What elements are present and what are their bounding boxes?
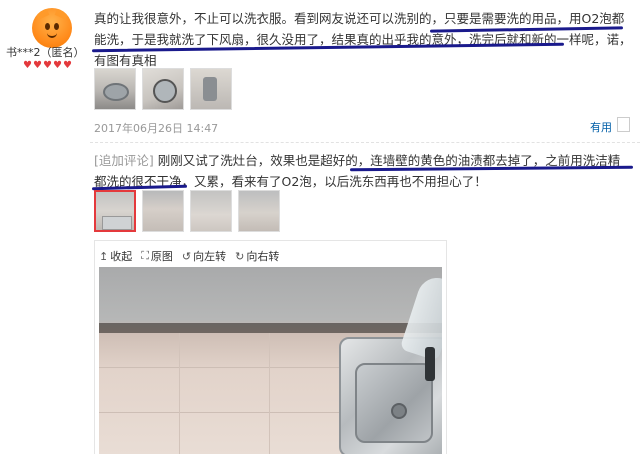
- review-thumbnails: [94, 68, 232, 110]
- photo-sink-basin: [355, 363, 433, 443]
- review-text: 真的让我很意外，不止可以洗衣服。看到网友说还可以洗别的，只要是需要洗的用品，用O…: [94, 11, 632, 68]
- useful-count-box: [617, 117, 630, 132]
- red-heart-icon: ♥: [43, 60, 52, 71]
- photo-glove: [399, 272, 442, 362]
- photo-sink-drain: [391, 403, 407, 419]
- rotate-left-label: 向左转: [193, 250, 227, 263]
- image-viewer: ↥ 收起 ⛶ 原图 ↺ 向左转 ↻ 向右转: [94, 240, 447, 454]
- append-thumbnails: [94, 190, 280, 232]
- avatar-ear: [54, 8, 72, 20]
- user-avatar: [32, 8, 72, 48]
- collapse-label: 收起: [110, 250, 133, 263]
- divider: [90, 142, 640, 143]
- collapse-button[interactable]: ↥ 收起: [99, 248, 132, 264]
- thumbnail-image: [95, 69, 135, 109]
- photo-wall-edge: [99, 323, 442, 333]
- thumbnail-image: [239, 191, 279, 231]
- viewer-toolbar: ↥ 收起 ⛶ 原图 ↺ 向左转 ↻ 向右转: [99, 248, 279, 264]
- avatar-eye: [54, 23, 59, 30]
- avatar-mouth: [47, 33, 57, 38]
- rotate-left-button[interactable]: ↺ 向左转: [182, 248, 226, 264]
- append-thumbnail[interactable]: [142, 190, 184, 232]
- append-thumbnail[interactable]: [190, 190, 232, 232]
- append-thumbnail[interactable]: [238, 190, 280, 232]
- photo-tile-line: [179, 333, 180, 454]
- username: 书***2（匿名）: [6, 46, 85, 59]
- review-thumbnail[interactable]: [142, 68, 184, 110]
- thumbnail-image: [143, 191, 183, 231]
- original-image-label: 原图: [150, 250, 173, 263]
- original-image-button[interactable]: ⛶ 原图: [141, 248, 173, 264]
- red-heart-icon: ♥: [63, 60, 72, 71]
- thumbnail-image: [143, 69, 183, 109]
- arrow-up-icon: ↥: [99, 249, 109, 263]
- append-thumbnail-active[interactable]: [94, 190, 136, 232]
- red-heart-icon: ♥: [53, 60, 62, 71]
- user-badges: ♥ ♥ ♥ ♥ ♥: [23, 60, 72, 71]
- rotate-right-label: 向右转: [246, 250, 280, 263]
- useful-button[interactable]: 有用: [590, 119, 612, 135]
- thumbnail-image: [96, 192, 134, 230]
- review-date: 2017年06月26日 14:47: [94, 122, 219, 135]
- enlarged-photo[interactable]: [99, 267, 442, 454]
- thumbnail-image: [191, 191, 231, 231]
- photo-tile-line: [269, 333, 270, 454]
- rotate-right-button[interactable]: ↻ 向右转: [235, 248, 279, 264]
- review-thumbnail[interactable]: [94, 68, 136, 110]
- avatar-eye: [45, 23, 50, 30]
- photo-tap: [425, 347, 435, 381]
- rotate-right-icon: ↻: [235, 249, 245, 263]
- append-tag: [追加评论]: [94, 153, 154, 168]
- expand-icon: ⛶: [141, 249, 149, 262]
- red-heart-icon: ♥: [23, 60, 32, 71]
- avatar-ear: [32, 8, 50, 20]
- red-heart-icon: ♥: [33, 60, 42, 71]
- rotate-left-icon: ↺: [181, 249, 192, 263]
- thumbnail-image: [191, 69, 231, 109]
- review-thumbnail[interactable]: [190, 68, 232, 110]
